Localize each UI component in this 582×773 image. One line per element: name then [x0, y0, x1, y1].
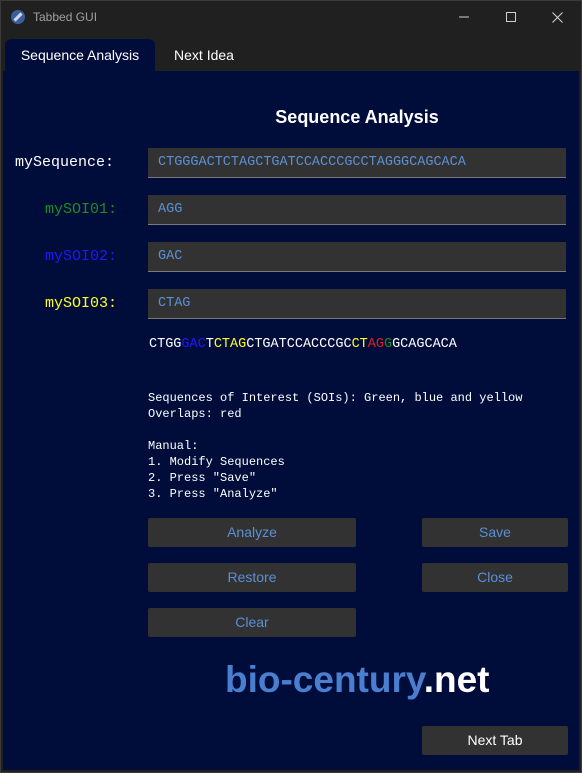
title-bar: Tabbed GUI	[1, 1, 581, 33]
sequence-label: mySequence:	[15, 154, 115, 171]
tab-next-idea[interactable]: Next Idea	[161, 39, 247, 71]
window-title: Tabbed GUI	[33, 10, 98, 24]
minimize-icon	[459, 16, 469, 18]
manual-title: Manual:	[148, 439, 199, 453]
app-icon	[10, 9, 26, 25]
close-icon	[551, 11, 563, 23]
sequence-input[interactable]	[148, 148, 566, 178]
close-button[interactable]: Close	[422, 563, 568, 592]
clear-button[interactable]: Clear	[148, 608, 356, 637]
highlighted-sequence-result: CTGGGACTCTAGCTGATCCACCCGCCTAGGGCAGCACA	[149, 337, 457, 352]
minimize-button[interactable]	[441, 1, 487, 33]
tab-bar: Sequence Analysis Next Idea	[1, 33, 581, 71]
save-button[interactable]: Save	[422, 518, 568, 547]
close-window-button[interactable]	[534, 1, 580, 33]
analyze-button[interactable]: Analyze	[148, 518, 356, 547]
result-segment: T	[205, 337, 214, 352]
result-segment: CTGATCCACCCGC	[246, 337, 352, 352]
brand-name: bio-century	[225, 659, 424, 700]
result-segment: CTAG	[213, 337, 247, 352]
result-segment: CT	[351, 337, 368, 352]
app-window: Tabbed GUI Sequence Analysis Next Idea S…	[0, 0, 582, 773]
tab-content-panel: Sequence Analysis mySequence: mySOI01: m…	[3, 71, 579, 770]
soi01-input[interactable]	[148, 195, 566, 225]
manual-step: 3. Press "Analyze"	[148, 487, 278, 501]
result-segment: CTGG	[149, 337, 182, 352]
result-segment: G	[383, 337, 393, 352]
soi02-label: mySOI02:	[45, 248, 118, 265]
next-tab-button[interactable]: Next Tab	[422, 726, 568, 755]
soi03-input[interactable]	[148, 289, 566, 319]
restore-button[interactable]: Restore	[148, 563, 356, 592]
manual-step: 1. Modify Sequences	[148, 455, 285, 469]
soi03-label: mySOI03:	[45, 295, 118, 312]
page-title: Sequence Analysis	[275, 107, 439, 127]
brand-domain: .net	[423, 659, 490, 700]
soi-legend-text: Sequences of Interest (SOIs): Green, blu…	[148, 391, 523, 405]
overlap-legend-text: Overlaps: red	[148, 407, 242, 421]
soi02-input[interactable]	[148, 242, 566, 272]
manual-step: 2. Press "Save"	[148, 471, 257, 485]
soi01-label: mySOI01:	[45, 201, 118, 218]
result-segment: GAC	[181, 337, 206, 352]
brand-logo: bio-century.net	[225, 659, 490, 701]
result-segment: AG	[367, 337, 384, 352]
maximize-icon	[506, 12, 516, 22]
tab-sequence-analysis[interactable]: Sequence Analysis	[5, 39, 155, 71]
result-segment: GCAGCACA	[392, 337, 457, 352]
maximize-button[interactable]	[488, 1, 534, 33]
